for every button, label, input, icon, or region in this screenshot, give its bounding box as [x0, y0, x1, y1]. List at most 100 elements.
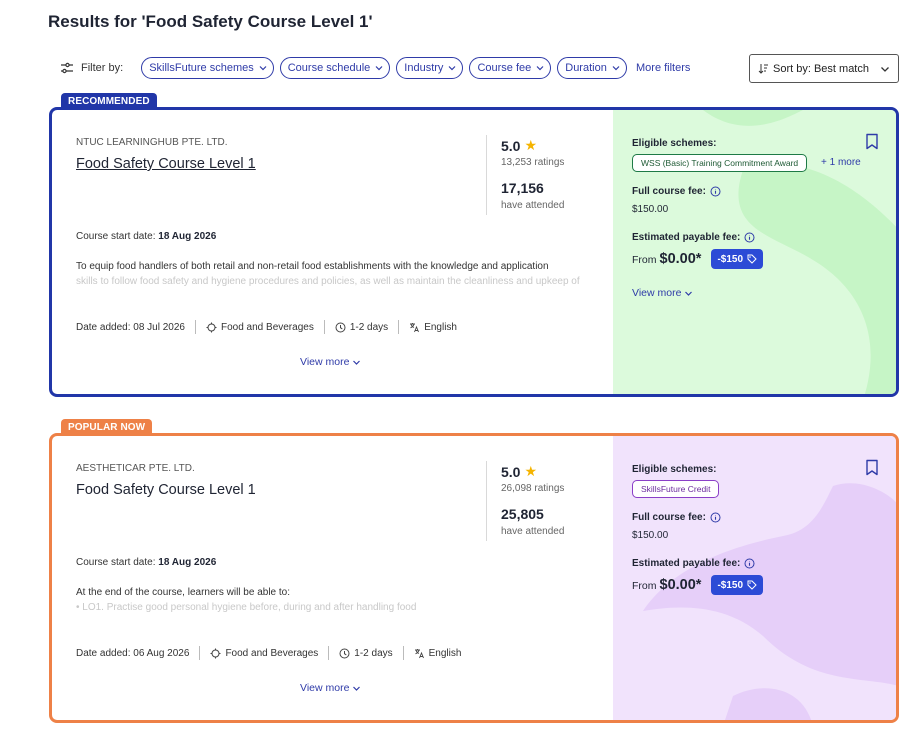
price-tag-icon: [747, 254, 757, 264]
chevron-down-icon: [684, 289, 693, 298]
language-icon: [414, 648, 425, 659]
scheme-badge: WSS (Basic) Training Commitment Award: [632, 154, 808, 172]
star-icon: ★: [524, 137, 538, 153]
more-filters-link[interactable]: More filters: [636, 62, 690, 74]
panel-view-more-button[interactable]: View more: [632, 287, 693, 299]
price-tag-icon: [747, 580, 757, 590]
fee-panel: Eligible schemes: SkillsFuture Credit Fu…: [613, 436, 896, 720]
divider: [486, 135, 487, 215]
star-icon: ★: [524, 463, 538, 479]
filter-sliders-icon: [60, 61, 74, 75]
course-description: To equip food handlers of both retail an…: [76, 261, 549, 272]
rating: 5.0 ★: [501, 463, 538, 480]
eligible-schemes-label: Eligible schemes:: [632, 464, 717, 475]
scheme-badge: SkillsFuture Credit: [632, 480, 720, 498]
industry: Food and Beverages: [220, 321, 314, 333]
eligible-schemes-label: Eligible schemes:: [632, 138, 717, 149]
attended-count: 25,805: [501, 506, 544, 522]
divider: [398, 320, 400, 334]
estimated-fee: $0.00*: [659, 251, 702, 267]
ratings-count: 13,253 ratings: [501, 157, 565, 168]
filter-chip-course-schedule[interactable]: Course schedule: [279, 57, 391, 79]
course-card-popular[interactable]: AESTHETICAR PTE. LTD. Food Safety Course…: [49, 433, 899, 723]
course-description-faded: skills to follow food safety and hygiene…: [76, 276, 580, 287]
duration: 1-2 days: [349, 321, 389, 333]
chevron-down-icon: [536, 64, 544, 72]
estimated-fee-label: Estimated payable fee:: [632, 232, 755, 243]
filter-bar: Filter by: SkillsFuture schemes Course s…: [60, 57, 633, 79]
sort-label: Sort by: Best match: [773, 62, 869, 75]
filter-label: Filter by:: [81, 62, 124, 74]
info-icon[interactable]: [710, 186, 721, 197]
info-icon[interactable]: [744, 232, 755, 243]
filter-chip-duration[interactable]: Duration: [557, 57, 627, 79]
language-icon: [409, 322, 420, 333]
fee-panel-content: Eligible schemes: WSS (Basic) Training C…: [632, 110, 882, 394]
course-card-recommended[interactable]: NTUC LEARNINGHUB PTE. LTD. Food Safety C…: [49, 107, 899, 397]
page-title: Results for 'Food Safety Course Level 1': [48, 12, 373, 31]
chevron-down-icon: [352, 358, 361, 367]
language: English: [424, 321, 457, 333]
full-course-fee: $150.00: [632, 530, 669, 541]
attended-label: have attended: [501, 526, 565, 537]
info-icon[interactable]: [710, 512, 721, 523]
filter-chip-industry[interactable]: Industry: [396, 57, 464, 79]
course-title-link[interactable]: Food Safety Course Level 1: [76, 482, 256, 498]
bookmark-icon[interactable]: [865, 133, 879, 150]
course-description: At the end of the course, learners will …: [76, 587, 291, 598]
course-start-date: Course start date: 18 Aug 2026: [76, 231, 217, 242]
fee-panel: Eligible schemes: WSS (Basic) Training C…: [613, 110, 896, 394]
full-course-fee-label: Full course fee:: [632, 186, 721, 197]
estimated-fee-row: From $0.00* -$150: [632, 249, 764, 269]
attended-count: 17,156: [501, 180, 544, 196]
industry-icon: [206, 322, 217, 333]
duration: 1-2 days: [354, 647, 393, 659]
language: English: [428, 647, 462, 659]
rating: 5.0 ★: [501, 137, 538, 154]
chevron-down-icon: [375, 64, 383, 72]
estimated-fee: $0.00*: [659, 577, 702, 593]
chevron-down-icon: [352, 684, 361, 693]
provider-name: AESTHETICAR PTE. LTD.: [76, 463, 195, 474]
sort-dropdown[interactable]: Sort by: Best match: [749, 54, 899, 83]
industry: Food and Beverages: [225, 647, 319, 659]
course-meta: Date added: 06 Aug 2026 Food and Beverag…: [76, 646, 461, 660]
provider-name: NTUC LEARNINGHUB PTE. LTD.: [76, 137, 228, 148]
full-course-fee: $150.00: [632, 204, 669, 215]
ratings-count: 26,098 ratings: [501, 483, 565, 494]
divider: [328, 646, 330, 660]
sort-icon: [758, 63, 769, 74]
view-more-button[interactable]: View more: [300, 682, 361, 694]
course-description-faded: • LO1. Practise good personal hygiene be…: [76, 602, 417, 613]
discount-badge: -$150: [711, 249, 764, 269]
filter-chip-course-fee[interactable]: Course fee: [469, 57, 552, 79]
clock-icon: [339, 648, 350, 659]
discount-badge: -$150: [711, 575, 764, 595]
divider: [323, 320, 325, 334]
estimated-fee-label: Estimated payable fee:: [632, 558, 755, 569]
chevron-down-icon: [880, 64, 890, 74]
divider: [199, 646, 201, 660]
course-title-link[interactable]: Food Safety Course Level 1: [76, 156, 256, 172]
date-added: Date added: 06 Aug 2026: [76, 647, 190, 659]
fee-panel-content: Eligible schemes: SkillsFuture Credit Fu…: [632, 436, 882, 720]
info-icon[interactable]: [744, 558, 755, 569]
from-label: From: [632, 254, 657, 266]
view-more-button[interactable]: View more: [300, 356, 361, 368]
more-schemes-link[interactable]: + 1 more: [821, 157, 861, 168]
from-label: From: [632, 580, 657, 592]
chevron-down-icon: [612, 64, 620, 72]
divider: [194, 320, 196, 334]
course-start-date: Course start date: 18 Aug 2026: [76, 557, 217, 568]
industry-icon: [210, 648, 221, 659]
date-added: Date added: 08 Jul 2026: [76, 321, 185, 333]
course-meta: Date added: 08 Jul 2026 Food and Beverag…: [76, 320, 457, 334]
bookmark-icon[interactable]: [865, 459, 879, 476]
attended-label: have attended: [501, 200, 565, 211]
estimated-fee-row: From $0.00* -$150: [632, 575, 764, 595]
full-course-fee-label: Full course fee:: [632, 512, 721, 523]
clock-icon: [335, 322, 346, 333]
chevron-down-icon: [448, 64, 456, 72]
filter-chip-skillsfuture-schemes[interactable]: SkillsFuture schemes: [141, 57, 274, 79]
divider: [486, 461, 487, 541]
